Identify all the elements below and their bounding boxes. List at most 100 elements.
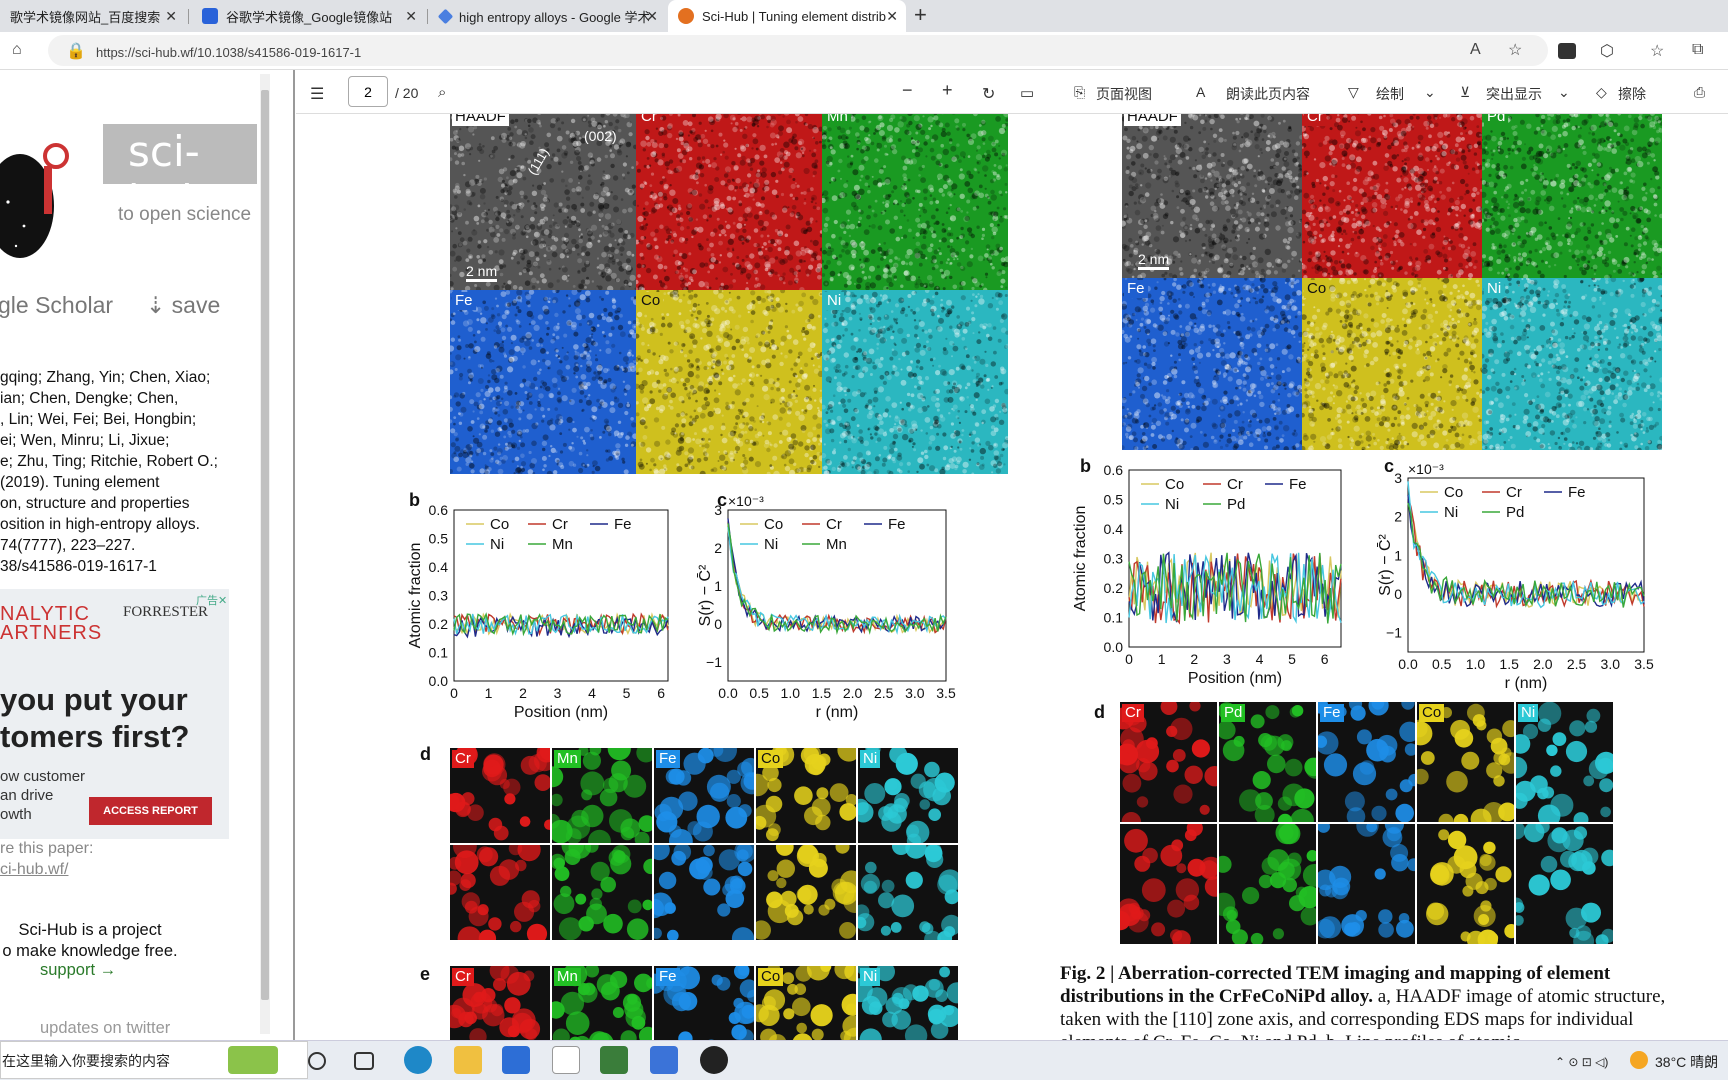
tagline: to open science	[118, 204, 252, 225]
search-icon[interactable]: ⌕	[438, 84, 446, 101]
y-axis-label: S(r) − C̄²	[1377, 533, 1394, 595]
tab-label: 歌学术镜像网站_百度搜索	[10, 9, 161, 25]
collections-icon[interactable]: ⧉	[1692, 41, 1703, 59]
document-icon[interactable]	[552, 1046, 580, 1074]
ad-brand-2: ARTNERS	[0, 622, 103, 644]
atomic-map-label: Co	[758, 968, 784, 986]
x-tick-label: 2	[1190, 651, 1198, 667]
lock-icon[interactable]: 🔒	[66, 41, 86, 61]
y-tick-label: 0.1	[1104, 610, 1124, 626]
eraser-icon[interactable]: ◇	[1596, 84, 1607, 101]
x-tick-label: 3.5	[1634, 656, 1654, 672]
legend-label: Ni	[1165, 496, 1179, 513]
eds-map-label: Co	[638, 292, 664, 310]
highlight-button[interactable]: 突出显示	[1486, 84, 1542, 104]
y-tick-label: 0.6	[429, 504, 449, 518]
draw-icon[interactable]: ▽	[1348, 84, 1359, 101]
chevron-down-icon[interactable]: ⌄	[1558, 84, 1570, 101]
favorite-add-icon[interactable]: ☆	[1508, 40, 1522, 60]
tab-baidu[interactable]: 歌学术镜像网站_百度搜索 ✕	[0, 0, 185, 32]
atomic-map-pd	[1211, 821, 1326, 946]
legend-label: Ni	[764, 536, 778, 553]
edge-icon[interactable]	[404, 1046, 432, 1074]
task-view-icon[interactable]	[354, 1052, 374, 1070]
advertisement[interactable]: NALYTIC ARTNERS FORRESTER 广告✕ you put yo…	[0, 589, 229, 839]
close-icon[interactable]: ✕	[405, 8, 417, 25]
extension-icon[interactable]	[1558, 43, 1576, 59]
zoom-out-icon[interactable]: −	[902, 80, 913, 101]
tab-scihub[interactable]: Sci-Hub | Tuning element distrib ✕	[668, 0, 906, 32]
page-view-icon[interactable]: ⎘	[1074, 84, 1085, 101]
legend-label: Co	[764, 516, 783, 533]
weather-text[interactable]: 38°C 晴朗	[1655, 1052, 1718, 1072]
read-aloud-icon[interactable]: A	[1470, 41, 1481, 59]
x-tick-label: 3	[554, 685, 562, 701]
home-icon[interactable]: ⌂	[12, 41, 22, 59]
access-report-button[interactable]: ACCESS REPORT	[89, 797, 212, 825]
close-icon[interactable]: ✕	[165, 8, 177, 25]
atomic-map-cr: Cr	[442, 742, 558, 843]
close-icon[interactable]: ✕	[886, 8, 898, 25]
url-field[interactable]: 🔒 https://sci-hub.wf/10.1038/s41586-019-…	[48, 35, 1548, 66]
y-tick-label: 0.1	[429, 645, 449, 661]
x-tick-label: 5	[1288, 651, 1296, 667]
read-aloud-button[interactable]: 朗读此页内容	[1226, 84, 1310, 104]
atomic-map-fe: Fe	[644, 963, 760, 1040]
x-tick-label: 1.5	[1499, 656, 1519, 672]
contents-icon[interactable]: ☰	[310, 84, 324, 104]
y-tick-label: 2	[714, 540, 722, 556]
eds-map-label: Ni	[1484, 280, 1505, 298]
rotate-icon[interactable]: ↻	[982, 84, 995, 104]
zoom-in-icon[interactable]: +	[942, 80, 953, 101]
x-tick-label: 6	[657, 685, 665, 701]
page-view-button[interactable]: 页面视图	[1096, 84, 1152, 104]
recorder-icon[interactable]	[700, 1046, 728, 1074]
x-axis-label: Position (nm)	[514, 704, 608, 721]
chevron-down-icon[interactable]: ⌄	[1424, 84, 1436, 101]
tray-icons[interactable]: ⌃ ⊙ ⊡ ◁)	[1555, 1055, 1608, 1069]
favorites-icon[interactable]: ☆	[1650, 41, 1664, 61]
highlight-icon[interactable]: ⊻	[1460, 84, 1470, 101]
site-icon	[202, 8, 218, 24]
share-link[interactable]: ci-hub.wf/	[0, 861, 68, 879]
save-link[interactable]: ⇣ save	[146, 292, 220, 319]
updates-text[interactable]: updates on twitter	[40, 1019, 170, 1038]
y-tick-label: 0	[1394, 586, 1402, 602]
atomic-map-label: Cr	[1122, 704, 1144, 722]
atomic-map-pd: Pd	[1216, 702, 1327, 833]
ad-close-icon[interactable]: 广告✕	[196, 592, 227, 608]
project-text: Sci-Hub is a project o make knowledge fr…	[2, 921, 178, 960]
atomic-map-mn: Mn	[547, 962, 658, 1040]
sidebar-scroll-thumb[interactable]	[261, 90, 269, 1000]
draw-button[interactable]: 绘制	[1376, 84, 1404, 104]
mail-icon[interactable]	[650, 1046, 678, 1074]
atomic-map-label: Mn	[554, 750, 581, 768]
page-number-input[interactable]: 2	[348, 76, 388, 107]
start-circle-icon[interactable]	[308, 1052, 326, 1070]
atomic-map-label: Ni	[1518, 704, 1539, 722]
atomic-map-co	[751, 838, 867, 940]
y-tick-label: 1	[1394, 547, 1402, 563]
erase-button[interactable]: 擦除	[1618, 84, 1646, 104]
legend-label: Ni	[1444, 504, 1458, 521]
support-link[interactable]: support →	[40, 961, 116, 980]
close-icon[interactable]: ✕	[646, 8, 658, 25]
store-icon[interactable]	[502, 1046, 530, 1074]
y-tick-label: 0.4	[429, 559, 449, 575]
google-scholar-link[interactable]: gle Scholar	[0, 292, 113, 319]
file-explorer-icon[interactable]	[454, 1046, 482, 1074]
atomic-map-co	[1417, 824, 1519, 950]
extensions-puzzle-icon[interactable]: ⬡	[1600, 41, 1614, 61]
print-icon[interactable]: ⎙	[1694, 84, 1705, 101]
x-tick-label: 0	[450, 685, 458, 701]
new-tab-button[interactable]: +	[914, 2, 927, 28]
tab-google-scholar[interactable]: high entropy alloys - Google 学术 ✕	[430, 0, 666, 32]
tab-google-mirror[interactable]: 谷歌学术镜像_Google镜像站 ✕	[192, 0, 425, 32]
app-icon[interactable]	[600, 1046, 628, 1074]
read-aloud-icon[interactable]: A	[1196, 84, 1205, 100]
fit-page-icon[interactable]: ▭	[1020, 84, 1034, 102]
axis-multiplier: ×10⁻³	[1408, 461, 1444, 477]
y-tick-label: 3	[1394, 470, 1402, 486]
x-tick-label: 0.0	[1398, 656, 1418, 672]
search-highlight-icon[interactable]	[228, 1046, 278, 1074]
